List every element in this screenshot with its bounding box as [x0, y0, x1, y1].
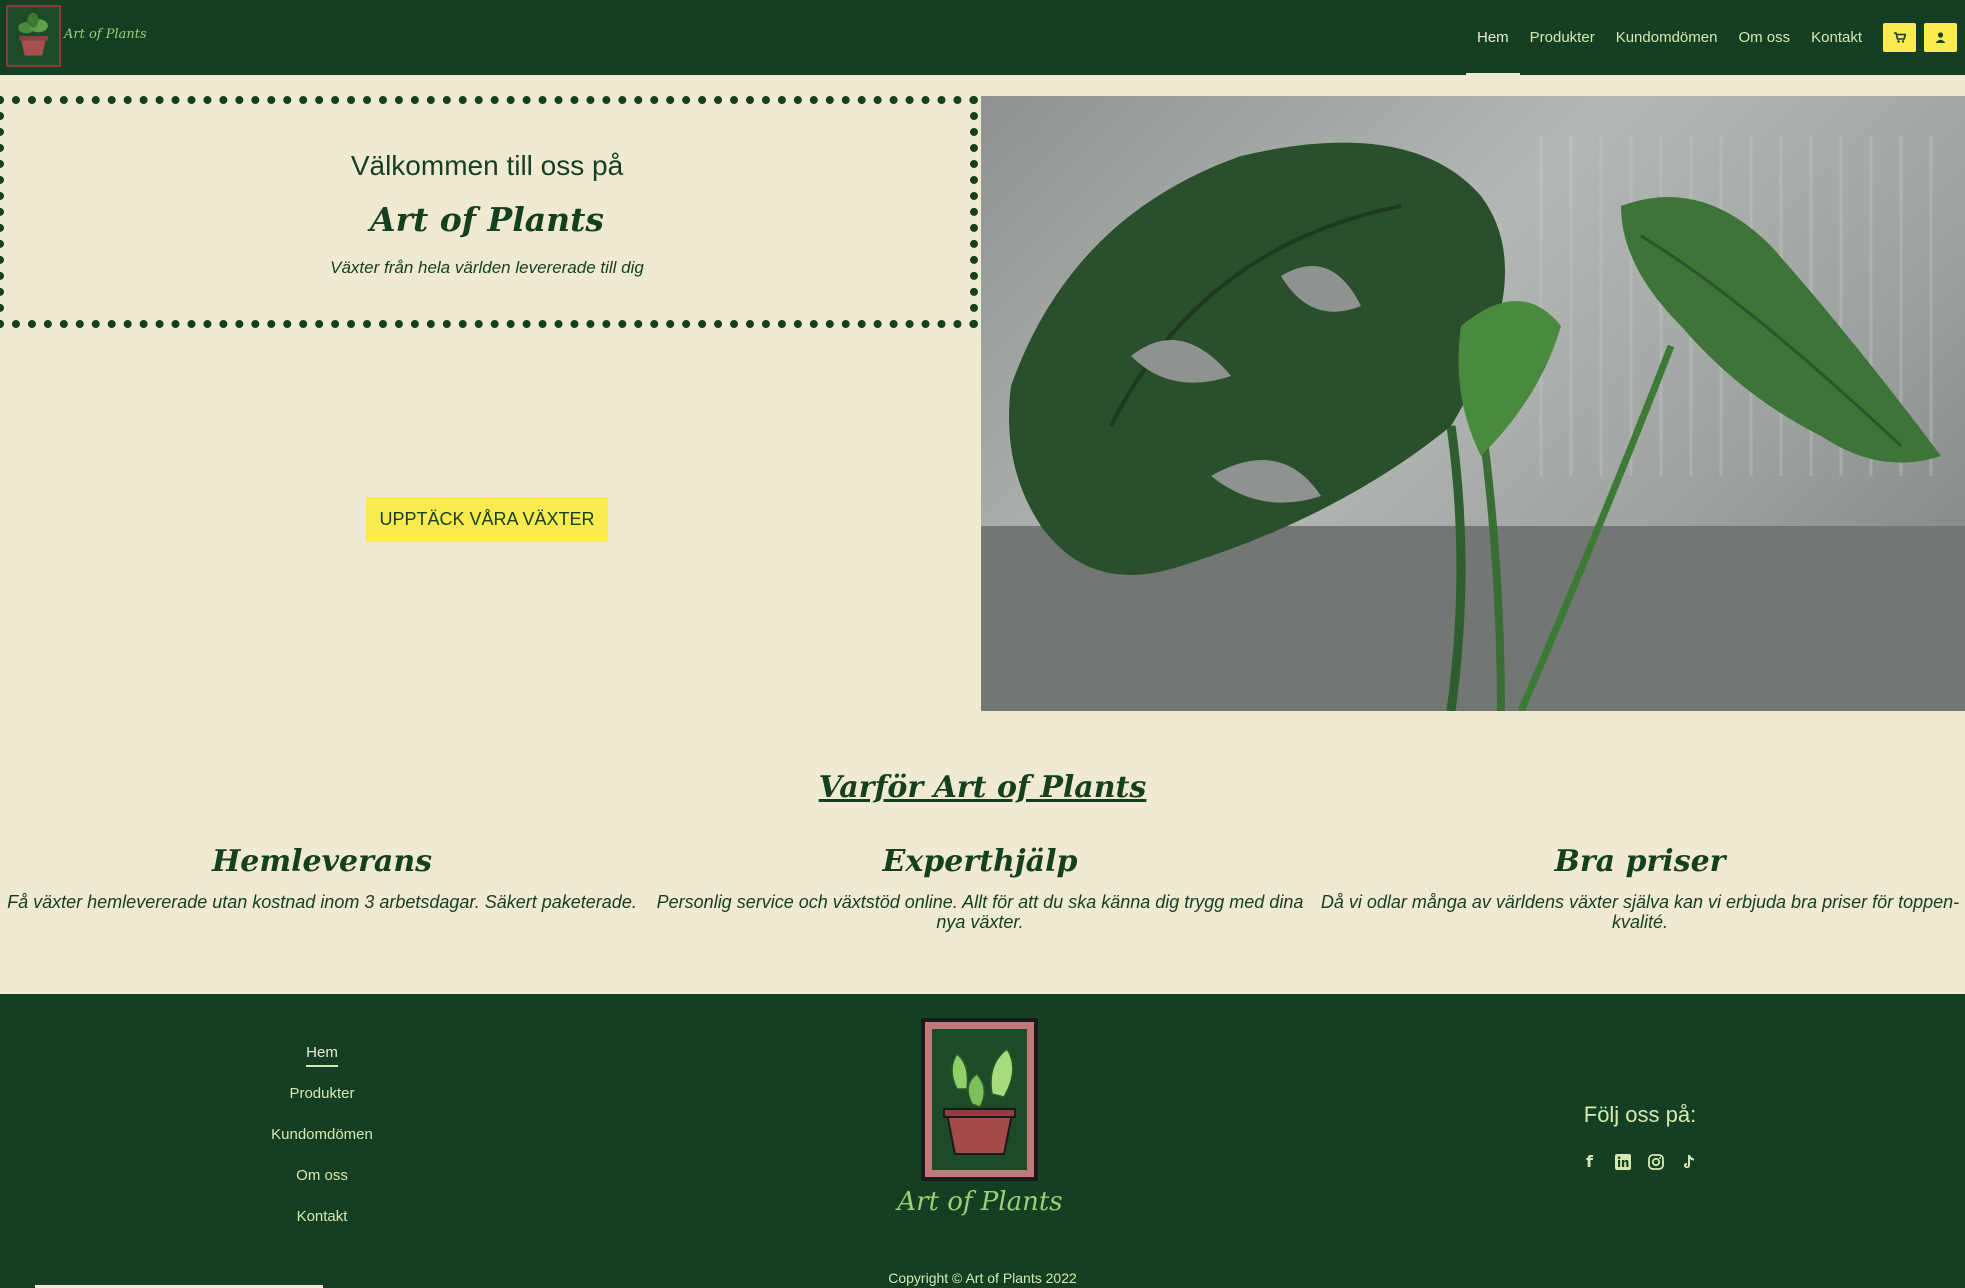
feature-title: Experthjälp — [882, 844, 1078, 879]
logo-icon[interactable] — [6, 5, 61, 67]
nav-link-om-oss[interactable]: Om oss — [1738, 0, 1790, 75]
copyright: Copyright © Art of Plants 2022 — [888, 1270, 1077, 1286]
main-nav: Hem Produkter Kundomdömen Om oss Kontakt — [1466, 0, 1965, 75]
feature-text: Få växter hemlevererade utan kostnad ino… — [7, 892, 637, 912]
footer-nav: Hem Produkter Kundomdömen Om oss Kontakt — [222, 1044, 422, 1249]
footer-link-kundomdomen[interactable]: Kundomdömen — [222, 1126, 422, 1167]
footer-link-label[interactable]: Om oss — [296, 1167, 348, 1188]
footer-link-hem[interactable]: Hem — [222, 1044, 422, 1085]
feature-hemleverans: Hemleverans Få växter hemlevererade utan… — [0, 844, 652, 912]
instagram-icon[interactable] — [1646, 1152, 1665, 1171]
footer-link-label[interactable]: Hem — [306, 1044, 338, 1067]
footer-link-om-oss[interactable]: Om oss — [222, 1167, 422, 1208]
footer: Hem Produkter Kundomdömen Om oss Kontakt… — [0, 994, 1965, 1288]
nav-link-hem[interactable]: Hem — [1466, 0, 1520, 75]
why-title: Varför Art of Plants — [818, 770, 1147, 805]
welcome-subtitle: Växter från hela världen levererade till… — [330, 258, 644, 277]
welcome-heading: Välkommen till oss på — [350, 150, 624, 181]
feature-text: Personlig service och växtstöd online. A… — [656, 892, 1304, 932]
footer-link-kontakt[interactable]: Kontakt — [222, 1208, 422, 1249]
cart-button[interactable] — [1883, 23, 1916, 52]
feature-experthjalp: Experthjälp Personlig service och växtst… — [650, 844, 1310, 932]
tiktok-icon[interactable] — [1679, 1152, 1698, 1171]
footer-link-produkter[interactable]: Produkter — [222, 1085, 422, 1126]
footer-link-label[interactable]: Produkter — [289, 1085, 354, 1106]
welcome-box: Välkommen till oss på Art of Plants Växt… — [0, 96, 978, 328]
nav-link-kontakt[interactable]: Kontakt — [1811, 0, 1862, 75]
social-links: f — [1580, 1152, 1698, 1171]
footer-link-label[interactable]: Kontakt — [297, 1208, 348, 1229]
footer-logo-icon — [921, 1018, 1038, 1181]
feature-title: Bra priser — [1554, 844, 1726, 879]
feature-text: Då vi odlar många av världens växter sjä… — [1320, 892, 1960, 932]
footer-link-label[interactable]: Kundomdömen — [271, 1126, 373, 1147]
follow-title: Följ oss på: — [1583, 1102, 1697, 1127]
facebook-icon[interactable]: f — [1580, 1152, 1599, 1171]
account-button[interactable] — [1924, 23, 1957, 52]
nav-brand[interactable]: Art of Plants — [64, 27, 147, 42]
discover-plants-button[interactable]: UPPTÄCK VÅRA VÄXTER — [366, 497, 608, 542]
welcome-brand: Art of Plants — [370, 200, 604, 239]
feature-bra-priser: Bra priser Då vi odlar många av världens… — [1310, 844, 1965, 932]
footer-brand: Art of Plants — [897, 1187, 1063, 1217]
feature-title: Hemleverans — [211, 844, 433, 879]
nav-link-kundomdomen[interactable]: Kundomdömen — [1616, 0, 1718, 75]
user-icon — [1935, 32, 1946, 43]
linkedin-icon[interactable] — [1613, 1152, 1632, 1171]
hero-monstera-image — [981, 96, 1965, 711]
navbar: Art of Plants Hem Produkter Kundomdömen … — [0, 0, 1965, 75]
cart-icon — [1893, 32, 1906, 43]
nav-link-produkter[interactable]: Produkter — [1530, 0, 1595, 75]
